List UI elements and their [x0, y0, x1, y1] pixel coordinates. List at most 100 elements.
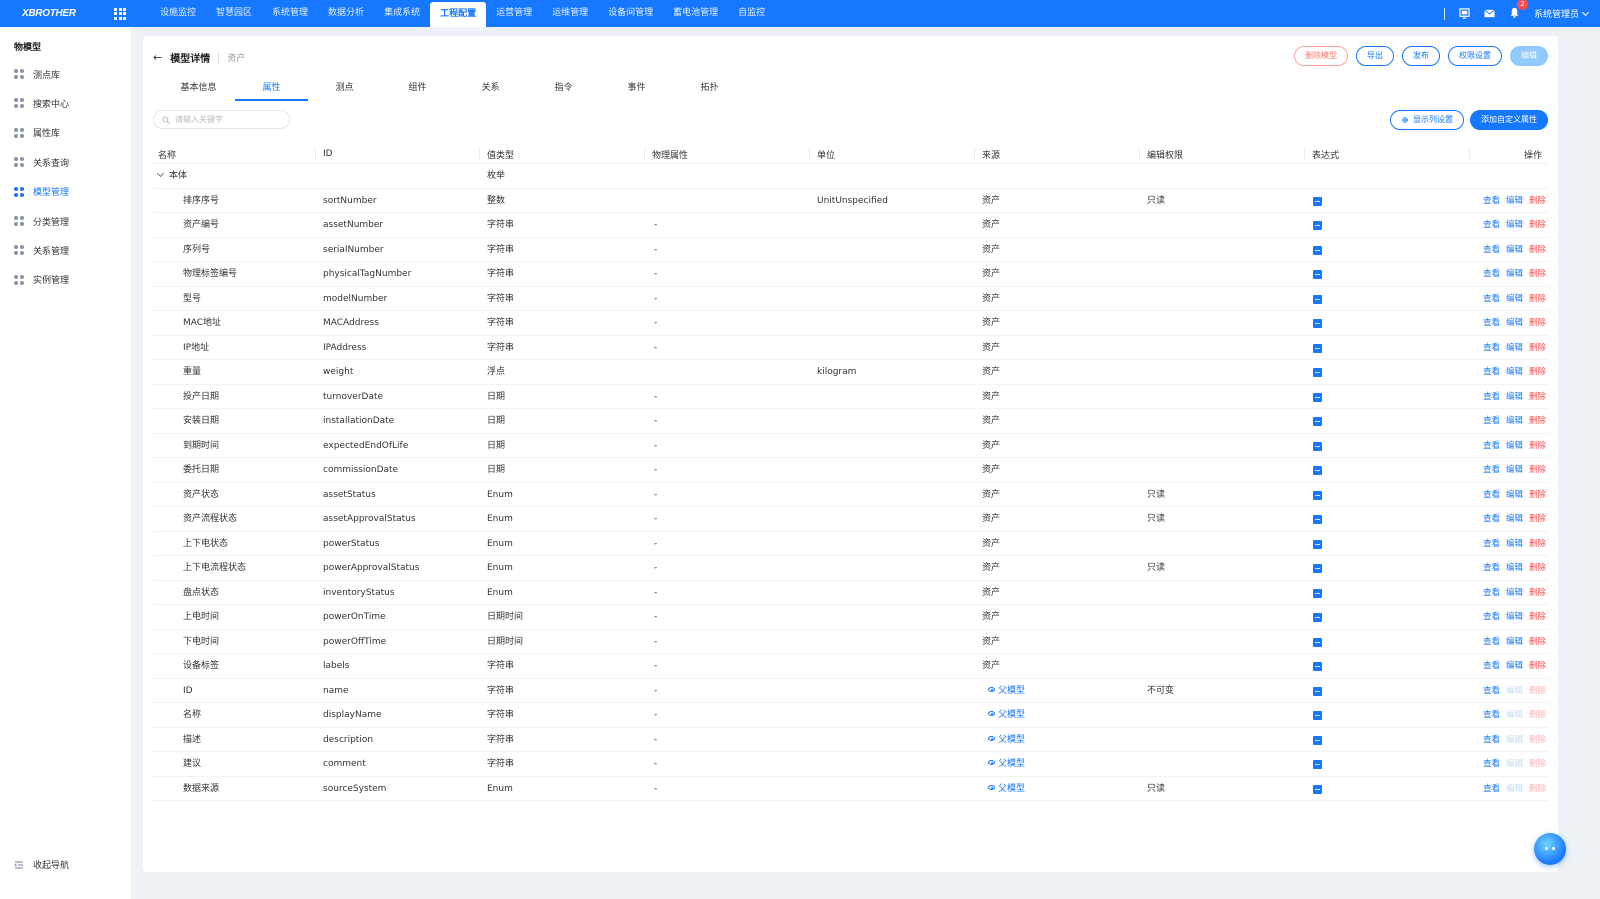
delete-model-button[interactable]: 删除模型 [1294, 46, 1348, 66]
top-nav-item[interactable]: 集成系统 [374, 2, 430, 25]
expression-icon[interactable] [1313, 760, 1322, 769]
expression-icon[interactable] [1313, 539, 1322, 549]
view-link[interactable]: 查看 [1483, 238, 1500, 262]
delete-link[interactable]: 删除 [1529, 311, 1546, 335]
edit-link[interactable]: 编辑 [1506, 311, 1523, 335]
edit-link[interactable]: 编辑 [1506, 507, 1523, 531]
view-link[interactable]: 查看 [1483, 483, 1500, 507]
add-custom-attribute-button[interactable]: 添加自定义属性 [1470, 110, 1548, 130]
user-menu[interactable]: 系统管理员 [1534, 7, 1590, 20]
delete-link[interactable]: 删除 [1529, 385, 1546, 409]
top-nav-item[interactable]: 设备间管理 [598, 2, 663, 25]
top-nav-item[interactable]: 系统管理 [262, 2, 318, 25]
delete-link[interactable]: 删除 [1529, 630, 1546, 654]
edit-link[interactable]: 编辑 [1506, 213, 1523, 237]
delete-link[interactable]: 删除 [1529, 262, 1546, 286]
delete-link[interactable]: 删除 [1529, 213, 1546, 237]
expression-icon[interactable] [1313, 588, 1322, 598]
edit-link[interactable]: 编辑 [1506, 336, 1523, 360]
view-link[interactable]: 查看 [1483, 262, 1500, 286]
delete-link[interactable]: 删除 [1529, 458, 1546, 482]
sidebar-item[interactable]: 关系查询 [14, 154, 69, 170]
view-link[interactable]: 查看 [1483, 654, 1500, 678]
expression-icon[interactable] [1313, 515, 1322, 524]
sidebar-item[interactable]: 测点库 [14, 66, 60, 82]
view-link[interactable]: 查看 [1483, 581, 1500, 605]
delete-link[interactable]: 删除 [1529, 189, 1546, 213]
detail-tab[interactable]: 关系 [454, 80, 527, 101]
expression-icon[interactable] [1313, 490, 1322, 500]
attr-source-link[interactable]: 父模型 [988, 752, 1025, 776]
expression-icon[interactable] [1313, 245, 1322, 255]
expression-icon[interactable] [1313, 221, 1322, 230]
edit-link[interactable]: 编辑 [1506, 385, 1523, 409]
delete-link[interactable]: 删除 [1529, 360, 1546, 384]
view-link[interactable]: 查看 [1483, 360, 1500, 384]
detail-tab[interactable]: 属性 [235, 80, 308, 101]
expression-icon[interactable] [1313, 613, 1322, 622]
detail-tab[interactable]: 测点 [308, 80, 381, 101]
edit-link[interactable]: 编辑 [1506, 409, 1523, 433]
edit-link[interactable]: 编辑 [1506, 483, 1523, 507]
top-nav-item[interactable]: 设施监控 [150, 2, 206, 25]
top-nav-item[interactable]: 工程配置 [430, 2, 487, 27]
top-nav-item[interactable]: 蓄电池管理 [663, 2, 728, 25]
edit-link[interactable]: 编辑 [1506, 262, 1523, 286]
delete-link[interactable]: 删除 [1529, 654, 1546, 678]
edit-link[interactable]: 编辑 [1506, 238, 1523, 262]
app-logo[interactable]: XBROTHER [0, 8, 110, 19]
permission-settings-button[interactable]: 权限设置 [1448, 46, 1502, 66]
delete-link[interactable]: 删除 [1529, 434, 1546, 458]
expression-icon[interactable] [1313, 711, 1322, 720]
expression-icon[interactable] [1313, 368, 1322, 377]
detail-tab[interactable]: 组件 [381, 80, 454, 101]
view-link[interactable]: 查看 [1483, 434, 1500, 458]
delete-link[interactable]: 删除 [1529, 581, 1546, 605]
edit-button[interactable]: 编辑 [1510, 46, 1548, 66]
edit-link[interactable]: 编辑 [1506, 458, 1523, 482]
delete-link[interactable]: 删除 [1529, 483, 1546, 507]
mail-icon[interactable] [1484, 8, 1495, 19]
sidebar-item[interactable]: 属性库 [14, 125, 60, 141]
export-button[interactable]: 导出 [1356, 46, 1394, 66]
view-link[interactable]: 查看 [1483, 385, 1500, 409]
screen-icon[interactable] [1459, 8, 1470, 19]
delete-link[interactable]: 删除 [1529, 532, 1546, 556]
view-link[interactable]: 查看 [1483, 409, 1500, 433]
expression-icon[interactable] [1313, 466, 1322, 475]
edit-link[interactable]: 编辑 [1506, 654, 1523, 678]
delete-link[interactable]: 删除 [1529, 287, 1546, 311]
delete-link[interactable]: 删除 [1529, 507, 1546, 531]
view-link[interactable]: 查看 [1483, 458, 1500, 482]
expression-icon[interactable] [1313, 417, 1322, 426]
expression-icon[interactable] [1313, 564, 1322, 573]
sidebar-item[interactable]: 分类管理 [14, 213, 69, 229]
edit-link[interactable]: 编辑 [1506, 434, 1523, 458]
top-nav-item[interactable]: 运维管理 [542, 2, 598, 25]
view-link[interactable]: 查看 [1483, 532, 1500, 556]
collapse-nav-button[interactable]: 收起导航 [14, 858, 69, 871]
view-link[interactable]: 查看 [1483, 752, 1500, 776]
expression-icon[interactable] [1313, 735, 1322, 745]
view-link[interactable]: 查看 [1483, 605, 1500, 629]
top-nav-item[interactable]: 自监控 [728, 2, 775, 25]
view-link[interactable]: 查看 [1483, 556, 1500, 580]
publish-button[interactable]: 发布 [1402, 46, 1440, 66]
delete-link[interactable]: 删除 [1529, 409, 1546, 433]
assistant-bot-button[interactable] [1534, 833, 1566, 865]
back-arrow-icon[interactable]: ← [153, 51, 162, 64]
delete-link[interactable]: 删除 [1529, 605, 1546, 629]
expression-icon[interactable] [1313, 784, 1322, 794]
edit-link[interactable]: 编辑 [1506, 581, 1523, 605]
search-box[interactable] [153, 110, 290, 129]
expression-icon[interactable] [1313, 343, 1322, 353]
view-link[interactable]: 查看 [1483, 213, 1500, 237]
view-link[interactable]: 查看 [1483, 287, 1500, 311]
view-link[interactable]: 查看 [1483, 507, 1500, 531]
edit-link[interactable]: 编辑 [1506, 630, 1523, 654]
view-link[interactable]: 查看 [1483, 728, 1500, 752]
attr-source-link[interactable]: 父模型 [988, 777, 1025, 801]
edit-link[interactable]: 编辑 [1506, 360, 1523, 384]
attr-source-link[interactable]: 父模型 [988, 703, 1025, 727]
expression-icon[interactable] [1313, 686, 1322, 696]
